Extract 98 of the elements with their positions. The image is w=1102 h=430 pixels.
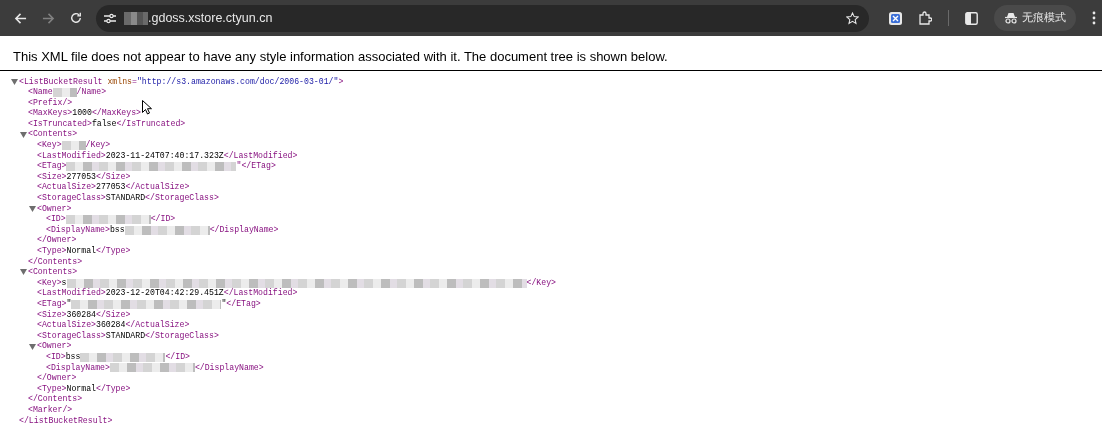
xml-tag: "</ETag> <box>236 161 276 172</box>
xml-tag: <ListBucketResult <box>19 76 103 88</box>
redacted-block <box>52 87 77 97</box>
xml-tag: </Size> <box>95 309 131 321</box>
element-text: 360284 <box>95 320 126 331</box>
xml-tag: </LastModified> <box>223 150 298 162</box>
expand-arrow-icon[interactable] <box>19 129 28 140</box>
mouse-cursor-icon <box>142 99 152 115</box>
xml-tag: <ID> <box>46 351 66 363</box>
xml-tag: <ETag> <box>37 161 67 172</box>
xml-tag: <LastModified> <box>37 150 106 162</box>
xml-tag: </Key> <box>526 277 556 289</box>
xml-tag: > <box>338 76 344 88</box>
xml-tag: <Contents> <box>28 267 78 278</box>
bookmark-star-icon[interactable] <box>846 11 859 25</box>
element-text: Normal <box>66 383 96 394</box>
xml-tag: <Key> <box>37 277 62 289</box>
xml-tag: <DisplayName> <box>46 224 110 236</box>
element-text: " <box>221 298 227 310</box>
xml-tag: <IsTruncated> <box>28 118 92 130</box>
xml-tag: </IsTruncated> <box>116 118 186 130</box>
xml-tag: <StorageClass> <box>37 193 106 204</box>
xml-tag: </DisplayName> <box>209 224 279 236</box>
xml-tag: = <box>132 76 137 88</box>
element-text: bss <box>109 224 125 236</box>
attribute-value: "http://s3.amazonaws.com/doc/2006-03-01/" <box>136 76 339 88</box>
xml-tag: <ETag> <box>37 298 67 310</box>
xml-tag: </ActualSize> <box>125 320 190 331</box>
element-text: false <box>91 118 117 130</box>
element-text: " <box>66 298 72 310</box>
back-arrow-icon <box>13 11 27 25</box>
expand-arrow-icon[interactable] <box>28 341 37 352</box>
xml-tag: <Name <box>28 87 53 98</box>
redacted-block <box>61 140 86 150</box>
xml-tag: <ActualSize> <box>37 320 96 331</box>
element-text: 2023-11-24T07:40:17.323Z <box>105 150 224 162</box>
xml-tag: </Type> <box>95 383 131 395</box>
xml-tag: </ETag> <box>226 298 261 310</box>
reload-icon <box>70 12 82 24</box>
incognito-icon <box>1004 12 1018 24</box>
xml-tag: <Size> <box>37 171 67 183</box>
xml-tag: </LastModified> <box>223 288 298 299</box>
redacted-block <box>124 11 148 25</box>
incognito-button[interactable]: 无痕模式 <box>994 5 1076 31</box>
element-text: 2023-12-20T04:42:29.451Z <box>105 288 224 299</box>
element-text: s <box>61 277 67 288</box>
xml-tag: </Owner> <box>37 235 77 246</box>
xml-tag: <Type> <box>37 383 67 395</box>
xml-tag: <Contents> <box>28 129 78 141</box>
xml-tag: <Key> <box>37 140 62 151</box>
xml-tag: <DisplayName> <box>46 362 110 374</box>
xml-tag: </ID> <box>150 214 176 225</box>
xml-tag: </Contents> <box>28 394 83 405</box>
xml-tag: /Name> <box>76 87 107 98</box>
xml-tag: <ActualSize> <box>37 182 96 194</box>
menu-icon[interactable] <box>1092 11 1096 25</box>
xml-tag: <MaxKeys> <box>28 108 73 119</box>
xml-tag: <ID> <box>46 214 66 225</box>
xml-notice-text: This XML file does not appear to have any style information associated with it. The document tree is shown below. <box>0 36 1102 71</box>
site-settings-icon[interactable] <box>104 12 116 24</box>
expand-arrow-icon[interactable] <box>10 76 19 87</box>
xml-tag: </StorageClass> <box>145 193 219 204</box>
xml-tag: </ID> <box>165 351 190 363</box>
xml-tag: </DisplayName> <box>194 362 264 374</box>
address-bar[interactable]: .gdoss.xstore.ctyun.cn <box>96 4 869 32</box>
element-text: Normal <box>66 246 96 257</box>
xml-tag: <Owner> <box>37 203 72 215</box>
xml-tag: <Marker/> <box>28 404 73 416</box>
element-text: 277053 <box>95 182 126 193</box>
xml-tag: <StorageClass> <box>37 330 106 342</box>
xml-tag: </Contents> <box>28 256 83 268</box>
element-text: STANDARD <box>105 193 146 204</box>
element-text: 277053 <box>66 171 96 182</box>
xml-tag: <Owner> <box>37 341 72 352</box>
xml-tag: <Size> <box>37 309 67 321</box>
xml-tag: </ListBucketResult> <box>19 415 113 427</box>
xml-tag: </MaxKeys> <box>91 108 142 119</box>
xml-tag: </Size> <box>95 171 131 183</box>
puzzle-icon[interactable] <box>918 11 932 25</box>
xml-tag: </Type> <box>95 246 131 257</box>
element-text: bss <box>65 351 81 363</box>
xml-tag: </StorageClass> <box>145 330 219 342</box>
xml-tag: </ActualSize> <box>125 182 190 194</box>
element-text: STANDARD <box>105 330 146 342</box>
forward-arrow-icon <box>41 11 55 25</box>
expand-arrow-icon[interactable] <box>28 203 37 214</box>
element-text: 1000 <box>72 108 92 119</box>
sidebar-icon[interactable] <box>965 11 978 25</box>
xml-tag: <Prefix/> <box>28 97 73 109</box>
xml-tag: <Type> <box>37 246 67 257</box>
expand-arrow-icon[interactable] <box>19 267 28 278</box>
element-text: 360284 <box>66 309 96 320</box>
url-text: .gdoss.xstore.ctyun.cn <box>148 9 273 27</box>
xml-tag: /Key> <box>85 140 111 151</box>
xml-tag: <LastModified> <box>37 288 106 299</box>
attribute-name: xmlns <box>107 76 132 88</box>
xml-tag: </Owner> <box>37 373 77 384</box>
extension-icon[interactable] <box>889 11 902 25</box>
